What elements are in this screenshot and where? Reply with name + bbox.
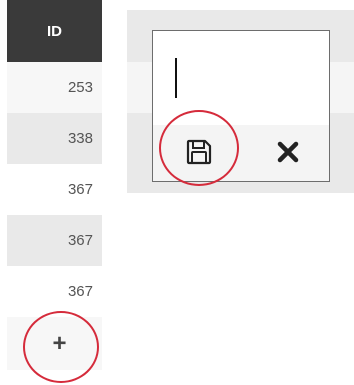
table-row[interactable]: 338 — [7, 113, 102, 164]
table-row[interactable]: 367 — [7, 164, 102, 215]
text-caret — [175, 58, 177, 98]
id-cell: 253 — [67, 79, 93, 96]
table-row[interactable]: 253 — [7, 62, 102, 113]
editor-text-input[interactable] — [153, 31, 329, 125]
cancel-button[interactable] — [274, 138, 302, 166]
id-cell: 338 — [67, 130, 93, 147]
table-row[interactable]: 367 — [7, 266, 102, 317]
id-column-header[interactable]: ID — [7, 0, 102, 62]
save-highlight-circle — [159, 110, 239, 186]
id-list: 253 338 367 367 367 — [7, 62, 102, 317]
id-cell: 367 — [67, 232, 93, 249]
id-cell: 367 — [67, 283, 93, 300]
close-x-icon — [277, 141, 299, 163]
id-cell: 367 — [67, 181, 93, 198]
table-row[interactable]: 367 — [7, 215, 102, 266]
add-highlight-circle — [23, 311, 99, 383]
